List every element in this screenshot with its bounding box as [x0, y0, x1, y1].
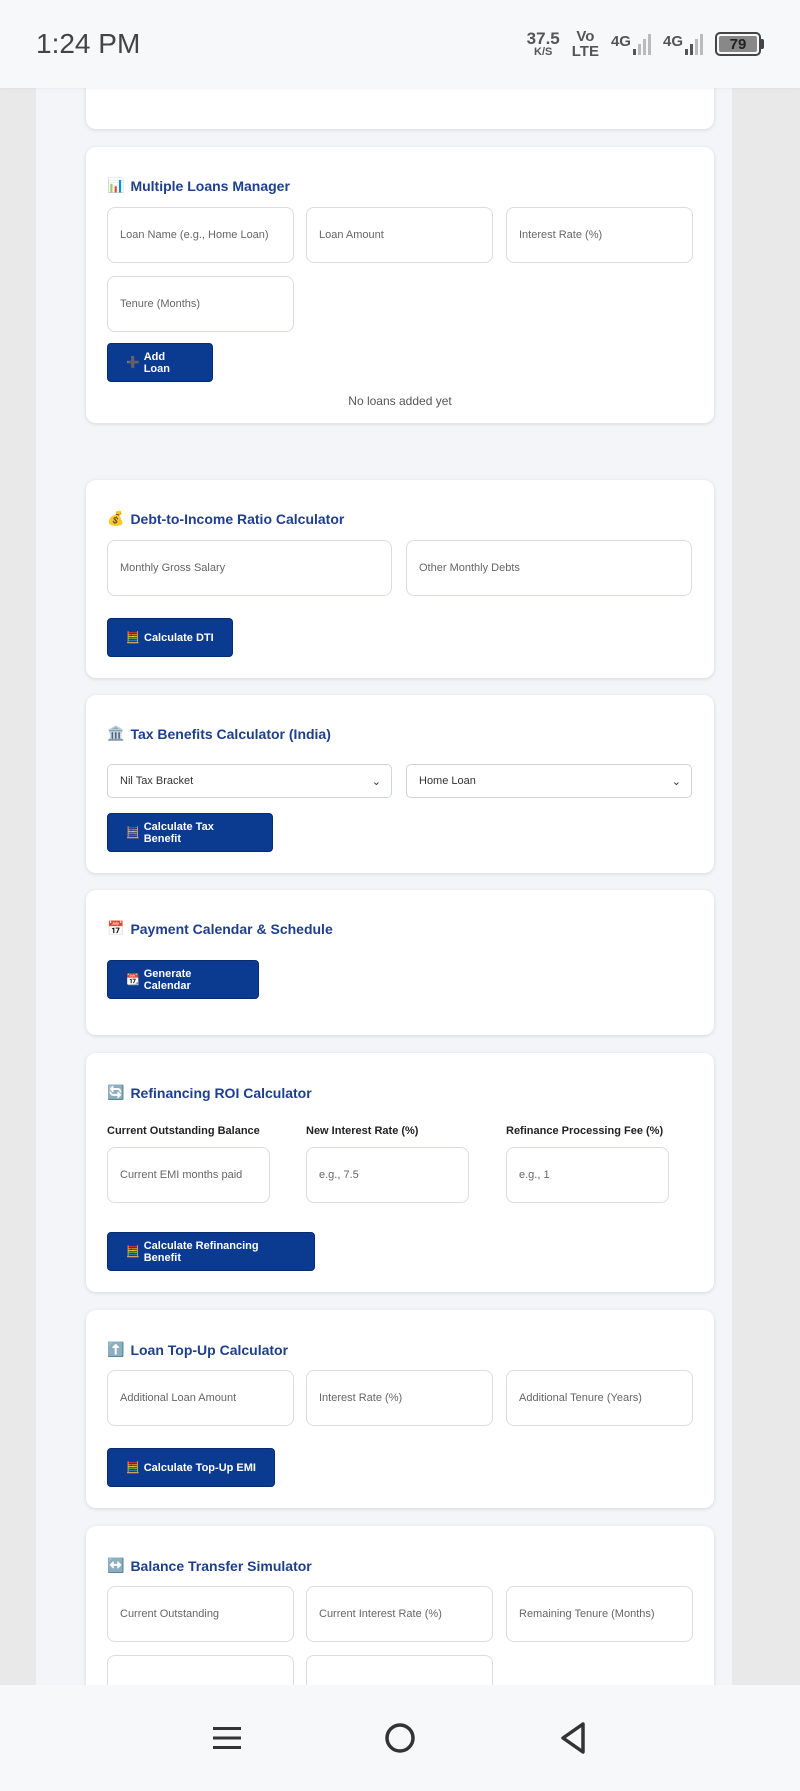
transfer-field-5[interactable]	[306, 1655, 493, 1685]
abacus-icon: 🧮	[126, 827, 140, 839]
tax-bracket-select[interactable]: Nil Tax Bracket ⌄	[107, 764, 392, 798]
recent-apps-button[interactable]	[203, 1714, 251, 1762]
volte-bottom: LTE	[571, 43, 599, 60]
outstanding-balance-input[interactable]: Current EMI months paid	[107, 1147, 270, 1203]
dti-title-text: Debt-to-Income Ratio Calculator	[130, 510, 345, 527]
additional-tenure-input[interactable]: Additional Tenure (Years)	[506, 1370, 693, 1426]
battery-icon: 79	[715, 32, 764, 56]
loan-name-input[interactable]: Loan Name (e.g., Home Loan)	[107, 207, 294, 263]
generate-calendar-label: Generate Calendar	[143, 967, 192, 992]
network-speed-value: 37.5	[526, 29, 560, 48]
balance-transfer-card: ↔️ Balance Transfer Simulator Current Ou…	[86, 1526, 714, 1685]
add-loan-button[interactable]: ➕ Add Loan	[107, 343, 213, 382]
outstanding-balance-label: Current Outstanding Balance	[107, 1125, 260, 1137]
payment-calendar-card: 📅 Payment Calendar & Schedule 📆 Generate…	[86, 890, 714, 1035]
abacus-icon: 🧮	[126, 1246, 140, 1258]
money-bag-icon: 💰	[107, 510, 125, 526]
back-button[interactable]	[549, 1714, 597, 1762]
page-content[interactable]: 📊 Multiple Loans Manager Loan Name (e.g.…	[36, 88, 732, 1685]
volte-top: Vo	[576, 28, 595, 45]
refinancing-title: 🔄 Refinancing ROI Calculator	[107, 1084, 312, 1101]
loan-topup-title: ⬆️ Loan Top-Up Calculator	[107, 1341, 288, 1358]
menu-icon	[212, 1727, 241, 1749]
multiple-loans-title-text: Multiple Loans Manager	[130, 177, 290, 194]
tax-benefits-card: 🏛️ Tax Benefits Calculator (India) Nil T…	[86, 695, 714, 873]
topup-interest-rate-input[interactable]: Interest Rate (%)	[306, 1370, 493, 1426]
calculate-topup-label: Calculate Top-Up EMI	[143, 1461, 256, 1474]
dti-card: 💰 Debt-to-Income Ratio Calculator Monthl…	[86, 480, 714, 678]
generate-calendar-button[interactable]: 📆 Generate Calendar	[107, 960, 259, 999]
chevron-down-icon: ⌄	[371, 775, 381, 788]
volte-icon: Vo LTE	[572, 29, 599, 59]
transfer-field-4[interactable]	[107, 1655, 294, 1685]
refinancing-card: 🔄 Refinancing ROI Calculator Current Out…	[86, 1053, 714, 1292]
current-interest-rate-input[interactable]: Current Interest Rate (%)	[306, 1586, 493, 1642]
calculate-refinancing-button[interactable]: 🧮 Calculate Refinancing Benefit	[107, 1232, 315, 1271]
abacus-icon: 🧮	[126, 1462, 140, 1474]
processing-fee-label: Refinance Processing Fee (%)	[506, 1125, 664, 1137]
balance-transfer-title: ↔️ Balance Transfer Simulator	[107, 1557, 312, 1574]
tax-benefits-title: 🏛️ Tax Benefits Calculator (India)	[107, 725, 331, 742]
new-interest-rate-label: New Interest Rate (%)	[306, 1125, 419, 1137]
remaining-tenure-input[interactable]: Remaining Tenure (Months)	[506, 1586, 693, 1642]
network-speed: 37.5 K/S	[527, 30, 560, 58]
plus-icon: ➕	[126, 357, 140, 369]
battery-level: 79	[719, 36, 757, 53]
chart-icon: 📊	[107, 177, 125, 193]
previous-card	[86, 88, 714, 129]
network-speed-unit: K/S	[534, 46, 553, 58]
loan-topup-card: ⬆️ Loan Top-Up Calculator Additional Loa…	[86, 1310, 714, 1508]
no-loans-message: No loans added yet	[348, 394, 452, 408]
current-outstanding-input[interactable]: Current Outstanding	[107, 1586, 294, 1642]
refinancing-title-text: Refinancing ROI Calculator	[130, 1084, 312, 1101]
loan-topup-title-text: Loan Top-Up Calculator	[130, 1341, 289, 1358]
calculate-tax-benefit-button[interactable]: 🧮 Calculate Tax Benefit	[107, 813, 273, 852]
calculate-dti-label: Calculate DTI	[144, 631, 214, 644]
balance-transfer-title-text: Balance Transfer Simulator	[130, 1557, 312, 1574]
network-type-sim2: 4G	[662, 33, 683, 50]
tenure-months-input[interactable]: Tenure (Months)	[107, 276, 294, 332]
new-interest-rate-input[interactable]: e.g., 7.5	[306, 1147, 469, 1203]
calculate-tax-benefit-label: Calculate Tax Benefit	[143, 820, 214, 845]
processing-fee-input[interactable]: e.g., 1	[506, 1147, 669, 1203]
chevron-down-icon: ⌄	[671, 775, 681, 788]
tax-benefits-title-text: Tax Benefits Calculator (India)	[130, 725, 331, 742]
other-monthly-debts-input[interactable]: Other Monthly Debts	[406, 540, 692, 596]
calculate-dti-button[interactable]: 🧮 Calculate DTI	[107, 618, 233, 657]
tax-bracket-value: Nil Tax Bracket	[120, 775, 194, 787]
interest-rate-input[interactable]: Interest Rate (%)	[506, 207, 693, 263]
status-bar: 1:24 PM 37.5 K/S Vo LTE 4G 4G 79	[0, 0, 800, 88]
signal-icon-sim1: 4G	[611, 33, 651, 55]
loan-type-value: Home Loan	[419, 775, 476, 787]
circle-home-icon	[385, 1723, 415, 1753]
bank-icon: 🏛️	[107, 725, 125, 741]
add-loan-label: Add Loan	[143, 350, 170, 375]
spiral-calendar-icon: 📆	[126, 974, 140, 986]
back-triangle-icon	[561, 1722, 586, 1754]
abacus-icon: 🧮	[126, 632, 140, 644]
calculate-refinancing-label: Calculate Refinancing Benefit	[143, 1239, 259, 1264]
payment-calendar-title: 📅 Payment Calendar & Schedule	[107, 920, 333, 937]
signal-icon-sim2: 4G	[663, 33, 703, 55]
refresh-icon: 🔄	[107, 1084, 125, 1100]
payment-calendar-title-text: Payment Calendar & Schedule	[130, 920, 333, 937]
dti-title: 💰 Debt-to-Income Ratio Calculator	[107, 510, 344, 527]
multiple-loans-title: 📊 Multiple Loans Manager	[107, 177, 290, 194]
navigation-bar	[0, 1685, 800, 1791]
home-button[interactable]	[376, 1714, 424, 1762]
multiple-loans-card: 📊 Multiple Loans Manager Loan Name (e.g.…	[86, 147, 714, 423]
monthly-gross-salary-input[interactable]: Monthly Gross Salary	[107, 540, 392, 596]
arrow-up-icon: ⬆️	[107, 1341, 125, 1357]
status-time: 1:24 PM	[36, 28, 141, 59]
calendar-icon: 📅	[107, 920, 125, 936]
additional-loan-amount-input[interactable]: Additional Loan Amount	[107, 1370, 294, 1426]
loan-type-select[interactable]: Home Loan ⌄	[406, 764, 692, 798]
network-type-sim1: 4G	[610, 33, 631, 50]
loan-amount-input[interactable]: Loan Amount	[306, 207, 493, 263]
calculate-topup-button[interactable]: 🧮 Calculate Top-Up EMI	[107, 1448, 275, 1487]
left-right-arrow-icon: ↔️	[107, 1557, 125, 1573]
status-icons: 37.5 K/S Vo LTE 4G 4G 79	[527, 29, 764, 59]
